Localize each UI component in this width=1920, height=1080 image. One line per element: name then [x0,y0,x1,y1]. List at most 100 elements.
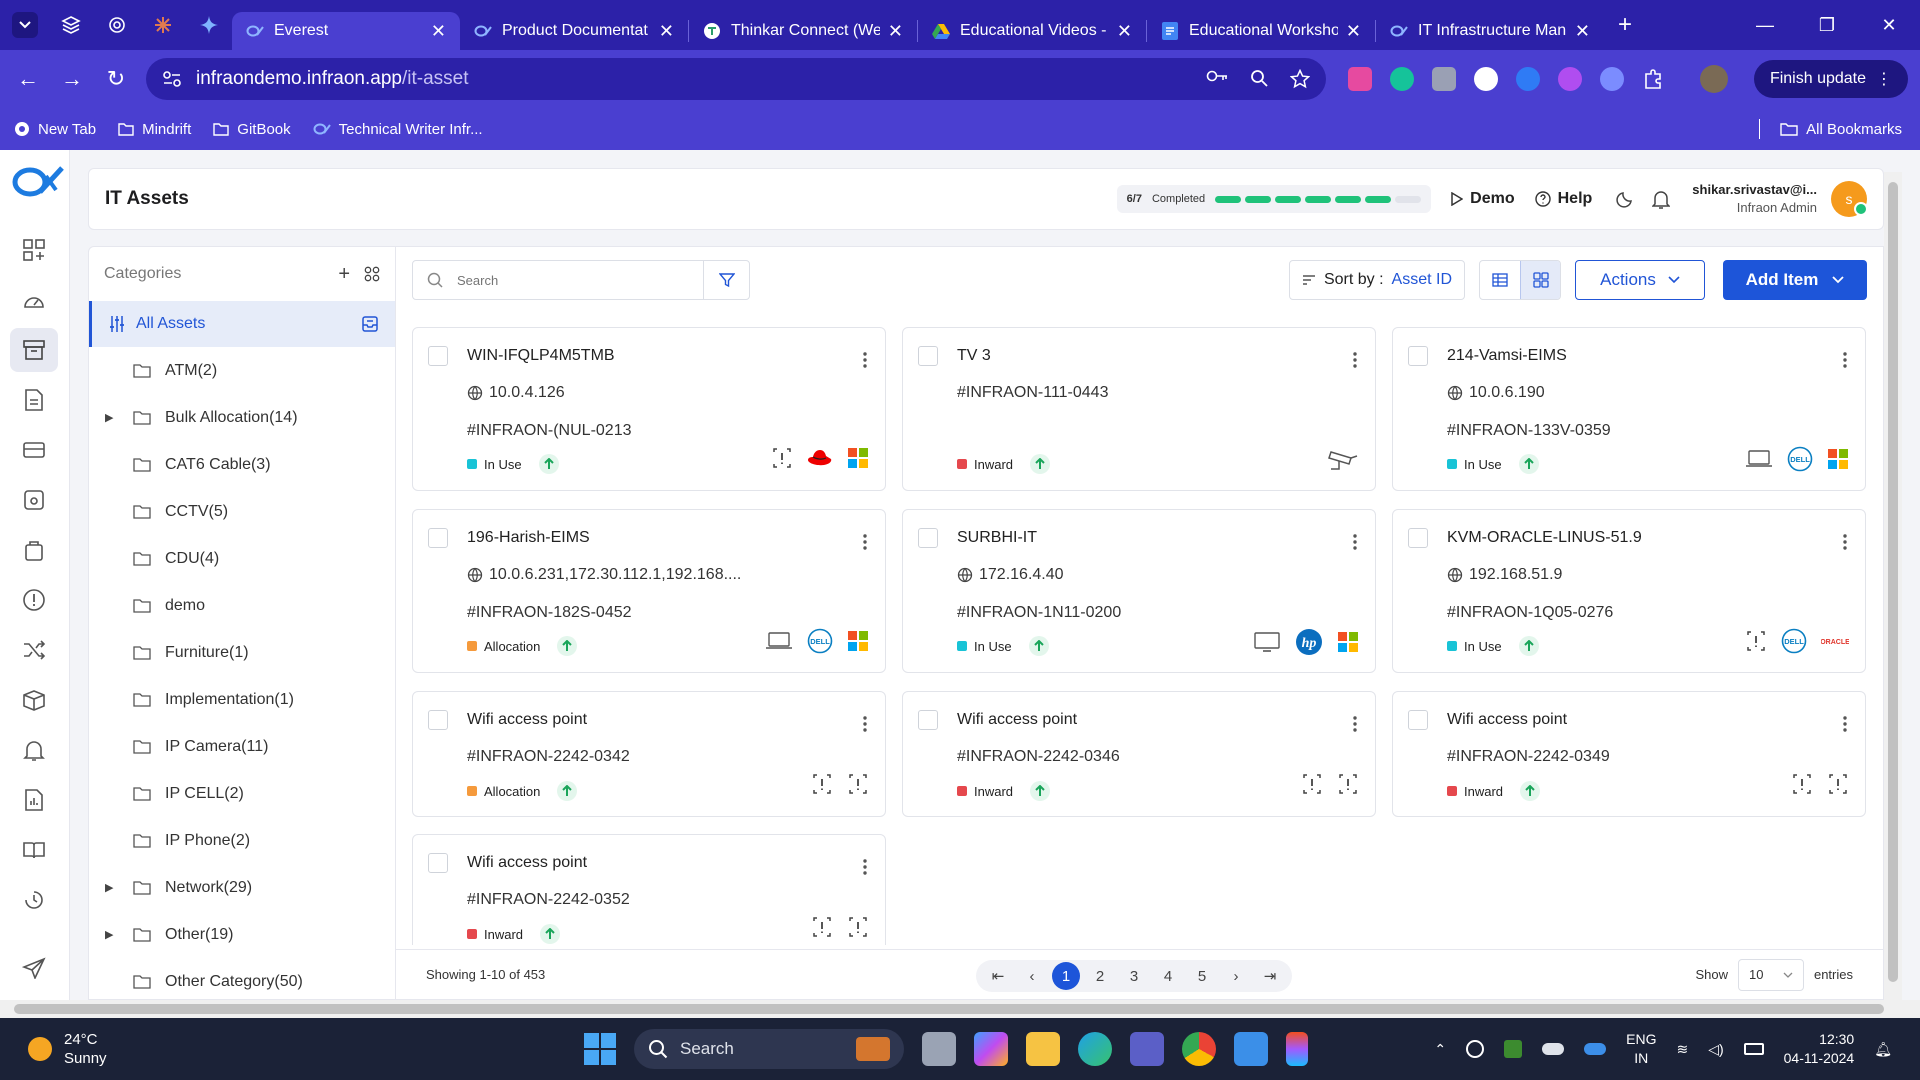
finish-update-button[interactable]: Finish update ⋮ [1753,60,1908,98]
weather-widget[interactable]: 24°C Sunny [28,1030,107,1068]
close-icon[interactable]: ✕ [888,21,903,42]
first-page-icon[interactable]: ⇤ [984,962,1012,990]
asset-name[interactable]: Wifi access point [467,854,587,872]
tab-thinkar-connect[interactable]: Thinkar Connect (We ✕ [689,12,917,50]
asset-name[interactable]: KVM-ORACLE-LINUS-51.9 [1447,529,1642,547]
asset-checkbox[interactable] [428,528,448,548]
asset-name[interactable]: Wifi access point [467,711,587,729]
chevron-up-icon[interactable]: ⌃ [1434,1041,1446,1058]
close-icon[interactable]: ✕ [659,21,674,42]
table-view-icon[interactable] [1480,261,1520,299]
extension-icon[interactable] [1516,67,1540,91]
category-item[interactable]: demo [89,582,395,629]
horizontal-scrollbar[interactable] [0,1000,1920,1018]
more-vert-icon[interactable] [1843,716,1847,732]
category-item[interactable]: Other Category(50) [89,958,395,999]
document-icon[interactable] [10,378,58,422]
more-vert-icon[interactable] [1353,534,1357,550]
category-item[interactable]: Implementation(1) [89,676,395,723]
forward-icon[interactable]: → [50,66,94,92]
scroll-thumb[interactable] [1888,182,1898,982]
more-vert-icon[interactable] [863,534,867,550]
more-vert-icon[interactable] [1843,352,1847,368]
tab-educational-videos[interactable]: Educational Videos - ✕ [918,12,1146,50]
category-item[interactable]: ▶ Bulk Allocation(14) [89,394,395,441]
back-icon[interactable]: ← [6,66,50,92]
battery-icon[interactable] [1743,1043,1764,1055]
category-item[interactable]: ATM(2) [89,347,395,394]
extension-icon[interactable] [1474,67,1498,91]
page-1[interactable]: 1 [1052,962,1080,990]
site-settings-icon[interactable] [162,70,182,88]
caret-right-icon[interactable]: ▶ [105,881,127,894]
asset-card[interactable]: TV 3 #INFRAON-111-0443 Inward [902,327,1376,491]
asset-checkbox[interactable] [1408,528,1428,548]
wifi-icon[interactable]: ≋ [1676,1041,1688,1058]
bookmark-star-icon[interactable] [1290,69,1310,89]
last-page-icon[interactable]: ⇥ [1256,962,1284,990]
dashboard-icon[interactable] [10,228,58,272]
gauge-icon[interactable] [10,278,58,322]
more-vert-icon[interactable] [863,716,867,732]
pinned-tab-4[interactable] [186,9,232,41]
cloud-icon[interactable] [1542,1043,1565,1055]
url-bar[interactable]: infraondemo.infraon.app/it-asset [146,58,1326,100]
bookmark-gitbook[interactable]: GitBook [213,121,291,138]
tab-it-infrastructure[interactable]: IT Infrastructure Man ✕ [1376,12,1604,50]
asset-card[interactable]: 214-Vamsi-EIMS 10.0.6.190 #INFRAON-133V-03… [1392,327,1866,491]
notepad-icon[interactable] [1234,1032,1268,1066]
grid-view-icon[interactable] [1520,261,1560,299]
password-key-icon[interactable] [1206,69,1228,83]
taskbar-search[interactable]: Search [634,1029,904,1069]
teams-icon[interactable] [1130,1032,1164,1066]
inbox-icon[interactable] [361,316,379,332]
asset-card[interactable]: Wifi access point #INFRAON-2242-0352 Inwar… [412,834,886,945]
bell-icon[interactable] [1652,189,1671,209]
asset-name[interactable]: SURBHI-IT [957,529,1037,547]
new-tab-button[interactable]: + [1618,11,1632,39]
actions-button[interactable]: Actions [1575,260,1705,300]
asset-checkbox[interactable] [428,853,448,873]
caret-right-icon[interactable]: ▶ [105,411,127,424]
more-vert-icon[interactable] [1353,716,1357,732]
demo-button[interactable]: Demo [1451,190,1515,208]
tab-everest[interactable]: Everest ✕ [232,12,460,50]
prev-page-icon[interactable]: ‹ [1018,962,1046,990]
vertical-scrollbar[interactable] [1884,172,1902,1000]
chrome-icon[interactable] [1182,1032,1216,1066]
moon-icon[interactable] [1616,190,1634,208]
figma-icon[interactable] [1286,1032,1308,1066]
page-4[interactable]: 4 [1154,962,1182,990]
bell-icon[interactable] [10,728,58,772]
camera-icon[interactable] [1432,67,1456,91]
more-vert-icon[interactable] [863,859,867,875]
asset-name[interactable]: Wifi access point [957,711,1077,729]
scroll-thumb[interactable] [14,1004,1884,1014]
filter-icon[interactable] [703,261,749,299]
book-icon[interactable] [10,828,58,872]
user-info[interactable]: shikar.srivastav@i... Infraon Admin [1692,181,1817,217]
restore-icon[interactable]: ❐ [1796,0,1858,50]
more-vert-icon[interactable] [1353,352,1357,368]
grammarly-tray-icon[interactable] [1466,1040,1485,1058]
extension-icon[interactable] [1348,67,1372,91]
category-all-assets[interactable]: All Assets [89,301,395,347]
add-category-icon[interactable]: + [338,263,350,286]
profile-avatar[interactable] [1700,65,1728,93]
asset-name[interactable]: TV 3 [957,347,991,365]
page-2[interactable]: 2 [1086,962,1114,990]
task-view-icon[interactable] [922,1032,956,1066]
all-bookmarks[interactable]: All Bookmarks [1759,119,1902,139]
bookmark-mindrift[interactable]: Mindrift [118,121,191,138]
ticket-icon[interactable] [10,428,58,472]
caret-right-icon[interactable]: ▶ [105,928,127,941]
clock[interactable]: 12:30 04-11-2024 [1784,1030,1855,1068]
bag-icon[interactable] [10,528,58,572]
report-icon[interactable] [10,778,58,822]
asset-card[interactable]: Wifi access point #INFRAON-2242-0342 Alloc… [412,691,886,817]
tray-app-icon[interactable] [1504,1040,1523,1058]
send-icon[interactable] [10,946,58,990]
box-icon[interactable] [10,678,58,722]
help-button[interactable]: Help [1534,190,1592,208]
page-size-select[interactable]: 10 [1737,958,1804,991]
